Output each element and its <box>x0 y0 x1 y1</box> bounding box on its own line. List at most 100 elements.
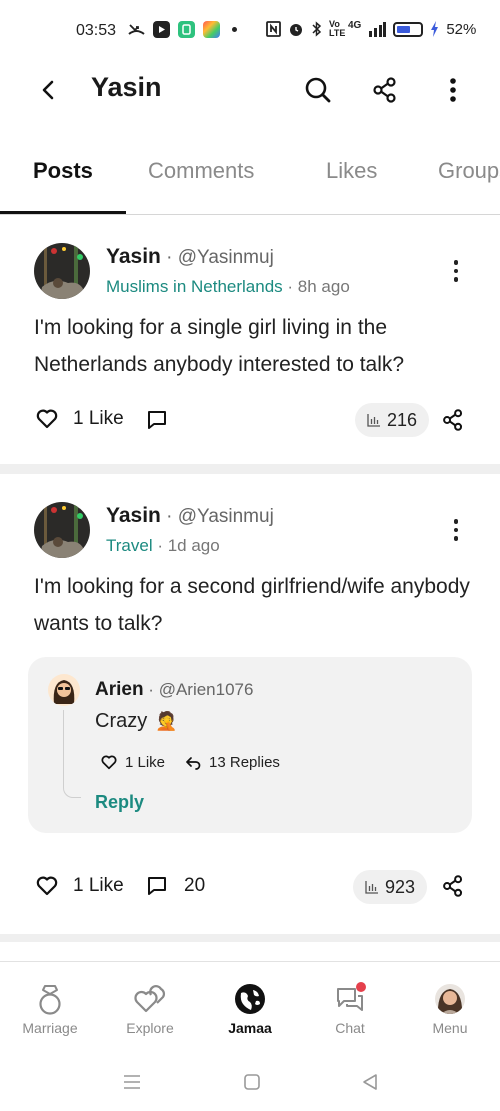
share-icon <box>373 77 396 103</box>
tab-groups[interactable]: Groups <box>438 158 500 184</box>
comment-text: Crazy <box>95 710 148 732</box>
comment-icon <box>148 411 166 429</box>
post-author[interactable]: Yasin · @Yasinmuj <box>106 245 274 269</box>
avatar[interactable] <box>34 502 90 558</box>
comment-icon <box>148 877 166 895</box>
notification-dot <box>356 982 366 992</box>
dot-icon <box>232 27 237 32</box>
post-share-button[interactable] <box>440 873 466 899</box>
status-system-icons: Vo LTE 4G 52% <box>266 20 476 38</box>
nav-explore[interactable]: Explore <box>100 982 200 1044</box>
profile-tabs: Posts Comments Likes Groups <box>0 140 500 215</box>
like-count: 1 Like <box>73 875 124 896</box>
alarm-icon <box>290 24 302 36</box>
photos-app-icon <box>203 21 220 38</box>
top-comment[interactable]: Arien · @Arien1076 Crazy 🤦 1 Like 13 Rep… <box>28 657 472 833</box>
comment-author[interactable]: Arien · @Arien1076 <box>95 679 253 701</box>
status-notification-icons <box>128 21 237 38</box>
missed-call-icon <box>128 24 145 35</box>
search-button[interactable] <box>302 74 334 106</box>
menu-lines-icon <box>124 1075 140 1089</box>
comment-button[interactable] <box>147 410 167 430</box>
nav-label: Jamaa <box>228 1020 272 1036</box>
tab-comments[interactable]: Comments <box>148 158 254 184</box>
group-link[interactable]: Muslims in Netherlands <box>106 277 283 296</box>
group-link[interactable]: Travel <box>106 536 153 555</box>
author-handle: @Yasinmuj <box>177 247 274 268</box>
comment-like-count[interactable]: 1 Like <box>125 754 165 771</box>
post-separator <box>0 464 500 474</box>
post-card[interactable]: Yasin · @Yasinmuj Muslims in Netherlands… <box>0 215 500 465</box>
replies-count[interactable]: 13 Replies <box>209 754 280 771</box>
heart-icon[interactable] <box>101 755 117 770</box>
views-badge: 216 <box>355 403 430 437</box>
back-triangle-icon <box>363 1074 377 1090</box>
comment-body: Crazy 🤦 <box>95 710 178 733</box>
share-profile-button[interactable] <box>369 74 401 106</box>
search-icon <box>305 77 331 103</box>
reply-button[interactable]: Reply <box>95 792 144 813</box>
post-text: I'm looking for a second girlfriend/wife… <box>34 575 470 635</box>
chat-icon <box>333 982 367 1016</box>
reply-arrow-icon <box>186 756 201 770</box>
post-more-button[interactable] <box>446 256 466 286</box>
charging-icon <box>431 21 439 37</box>
nav-label: Menu <box>432 1020 468 1036</box>
comment-author-handle: @Arien1076 <box>158 680 254 699</box>
recents-button[interactable] <box>120 1070 144 1094</box>
more-options-button[interactable] <box>437 74 469 106</box>
avatar[interactable] <box>34 243 90 299</box>
youtube-icon <box>153 21 170 38</box>
nav-menu[interactable]: Menu <box>400 982 500 1044</box>
author-name: Yasin <box>106 504 161 527</box>
author-handle: @Yasinmuj <box>177 506 274 527</box>
app-header: Yasin <box>0 62 500 120</box>
chevron-left-icon <box>42 80 54 100</box>
volte-icon: Vo LTE <box>329 19 346 38</box>
post-card[interactable]: Yasin · @Yasinmuj Travel · 1d ago I'm lo… <box>0 474 500 934</box>
globe-icon <box>233 982 267 1016</box>
hearts-icon <box>133 982 167 1016</box>
post-time: 8h ago <box>297 277 350 296</box>
like-count: 1 Like <box>73 408 124 429</box>
battery-icon <box>393 21 424 37</box>
view-count: 216 <box>387 409 418 430</box>
bar-chart-icon <box>365 881 378 894</box>
comment-author-name: Arien <box>95 679 144 700</box>
network-type: 4G <box>348 19 362 31</box>
page-title: Yasin <box>91 72 162 102</box>
tab-posts[interactable]: Posts <box>33 158 93 184</box>
nav-label: Chat <box>335 1020 365 1036</box>
home-button[interactable] <box>240 1070 264 1094</box>
more-vertical-icon <box>450 78 456 102</box>
bluetooth-icon <box>312 21 322 37</box>
nav-label: Explore <box>126 1020 174 1036</box>
nfc-icon <box>266 21 281 37</box>
comment-button[interactable]: 20 <box>147 875 205 897</box>
system-back-button[interactable] <box>358 1070 382 1094</box>
comment-count: 20 <box>184 875 206 896</box>
like-button[interactable]: 1 Like <box>36 875 124 897</box>
post-share-button[interactable] <box>440 407 466 433</box>
nav-chat[interactable]: Chat <box>300 982 400 1044</box>
post-meta: Muslims in Netherlands · 8h ago <box>106 277 350 296</box>
signal-icon <box>369 22 387 37</box>
back-button[interactable] <box>36 76 60 104</box>
avatar[interactable] <box>48 674 80 706</box>
bar-chart-icon <box>367 414 380 427</box>
post-author[interactable]: Yasin · @Yasinmuj <box>106 504 274 528</box>
app-notification-icon <box>178 21 195 38</box>
bottom-nav-divider <box>0 961 500 962</box>
system-navigation-bar <box>0 1060 500 1100</box>
thread-line <box>63 710 81 798</box>
nav-jamaa[interactable]: Jamaa <box>200 982 300 1044</box>
nav-marriage[interactable]: Marriage <box>0 982 100 1044</box>
view-count: 923 <box>385 876 416 897</box>
like-button[interactable]: 1 Like <box>36 408 124 430</box>
heart-icon <box>36 409 58 429</box>
home-square-icon <box>244 1074 260 1090</box>
post-text: I'm looking for a single girl living in … <box>34 316 405 376</box>
post-more-button[interactable] <box>446 515 466 545</box>
tab-likes[interactable]: Likes <box>326 158 377 184</box>
battery-percent: 52% <box>446 20 477 38</box>
